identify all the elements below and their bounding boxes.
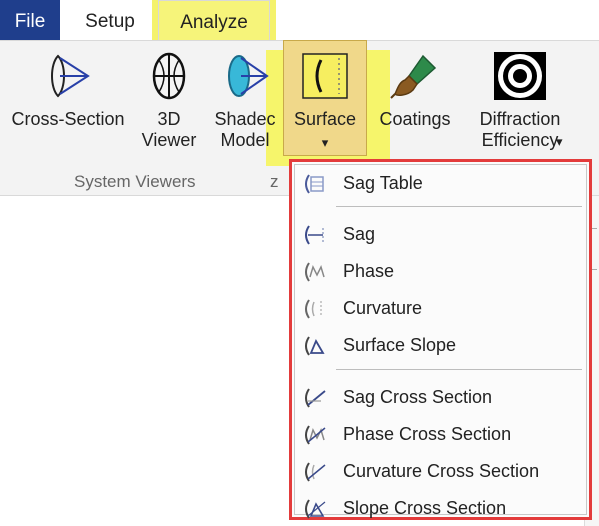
tab-file[interactable]: File [0, 0, 60, 40]
surface-button[interactable]: Surface ▾ [283, 40, 367, 166]
ribbon-tab-bar: File Setup Analyze [0, 0, 599, 40]
cross-section-icon [51, 54, 90, 98]
menu-item-label: Curvature Cross Section [343, 461, 540, 481]
diffraction-rings-icon [494, 52, 546, 100]
surface-dropdown-menu: Sag Table Sag Phase Curvature Surface Sl… [289, 159, 592, 520]
menu-item-sag-table[interactable]: Sag Table [295, 167, 585, 201]
menu-item-phase-cross-section[interactable]: Phase Cross Section [295, 418, 585, 452]
tab-analyze[interactable]: Analyze [158, 0, 270, 40]
3d-viewer-icon [152, 52, 186, 100]
coatings-label: Coatings [379, 109, 451, 129]
menu-item-label: Sag Table [343, 173, 423, 193]
menu-item-slope-cross-section[interactable]: Slope Cross Section [295, 492, 585, 526]
group-label-partial: z [270, 172, 279, 191]
tab-setup[interactable]: Setup [64, 0, 156, 40]
sag-icon [305, 225, 324, 245]
curvature-icon [305, 299, 322, 319]
3d-viewer-button[interactable]: 3D Viewer [134, 40, 204, 166]
diffraction-efficiency-button[interactable]: Diffraction Efficiency ▾ [462, 40, 578, 166]
phase-icon [305, 262, 325, 282]
menu-item-label: Sag Cross Section [343, 387, 493, 407]
shaded-model-label: Shadec Model [214, 109, 276, 150]
surface-slope-icon [305, 336, 325, 356]
surface-dropdown-arrow: ▾ [321, 135, 329, 150]
menu-item-sag[interactable]: Sag [295, 218, 585, 252]
menu-item-label: Slope Cross Section [343, 498, 507, 518]
cross-section-button[interactable]: Cross-Section [4, 40, 132, 166]
3d-viewer-label: 3D Viewer [141, 109, 197, 150]
surface-label: Surface [293, 109, 357, 129]
menu-item-label: Phase Cross Section [343, 424, 512, 444]
shaded-model-icon [228, 55, 269, 97]
system-viewers-group-label: System Viewers [74, 172, 196, 191]
cross-section-label: Cross-Section [11, 109, 125, 129]
coatings-button[interactable]: Coatings [370, 40, 460, 166]
menu-item-label: Phase [343, 261, 395, 281]
sag-cross-section-icon [305, 388, 326, 408]
menu-item-label: Curvature [343, 298, 423, 318]
sag-table-icon [305, 174, 324, 194]
shaded-model-button[interactable]: Shadec Model [206, 40, 284, 166]
menu-item-curvature[interactable]: Curvature [295, 292, 585, 326]
paint-brush-icon [390, 54, 437, 99]
menu-item-label: Sag [343, 224, 376, 244]
menu-separator [336, 206, 582, 207]
menu-separator [336, 369, 582, 370]
menu-item-sag-cross-section[interactable]: Sag Cross Section [295, 381, 585, 415]
menu-item-phase[interactable]: Phase [295, 255, 585, 289]
slope-cross-section-icon [305, 499, 326, 519]
menu-item-surface-slope[interactable]: Surface Slope [295, 329, 585, 363]
menu-item-label: Surface Slope [343, 335, 457, 355]
menu-item-curvature-cross-section[interactable]: Curvature Cross Section [295, 455, 585, 489]
curvature-cross-section-icon [305, 462, 326, 482]
surface-icon [302, 53, 348, 99]
phase-cross-section-icon [305, 425, 326, 445]
diffraction-dropdown-arrow: ▾ [556, 134, 563, 149]
